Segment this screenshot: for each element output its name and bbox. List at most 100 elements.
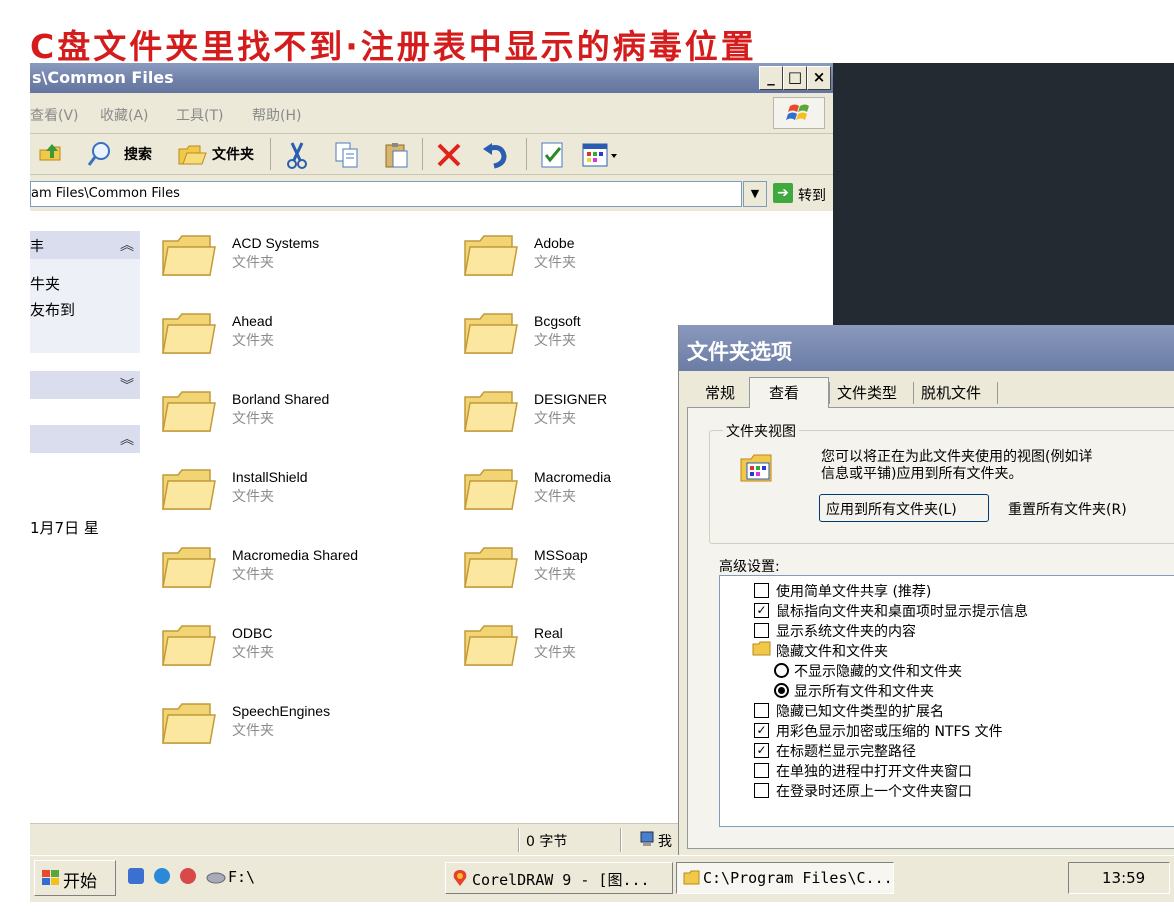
folder-icon xyxy=(752,641,772,661)
folder-type: 文件夹 xyxy=(534,255,576,271)
folder-item[interactable]: InstallShield 文件夹 xyxy=(160,465,420,525)
drive-label[interactable]: F:\ xyxy=(228,868,255,886)
folder-name: Borland Shared xyxy=(232,391,330,407)
collapse-chevron-icon[interactable]: ︽ xyxy=(120,429,134,449)
folders-label[interactable]: 文件夹 xyxy=(212,144,254,164)
checkbox[interactable] xyxy=(754,583,769,598)
advanced-setting-row[interactable]: ✓ 用彩色显示加密或压缩的 NTFS 文件 xyxy=(754,720,1174,740)
copy-icon[interactable] xyxy=(332,140,362,170)
setting-label: 在单独的进程中打开文件夹窗口 xyxy=(776,764,972,780)
search-icon[interactable] xyxy=(86,140,118,168)
folder-item[interactable]: Borland Shared 文件夹 xyxy=(160,387,420,447)
start-button[interactable]: 开始 xyxy=(34,860,116,896)
advanced-setting-row[interactable]: 隐藏文件和文件夹 xyxy=(752,640,1174,661)
advanced-setting-row[interactable]: 在单独的进程中打开文件夹窗口 xyxy=(754,760,1174,780)
checkbox[interactable] xyxy=(754,623,769,638)
quicklaunch-ie-icon[interactable] xyxy=(154,868,170,884)
menu-tools[interactable]: 工具(T) xyxy=(176,105,223,125)
setting-label: 不显示隐藏的文件和文件夹 xyxy=(794,664,962,680)
status-size: 0 字节 xyxy=(526,834,568,850)
apply-to-all-folders-button[interactable]: 应用到所有文件夹(L) xyxy=(819,494,989,522)
folder-type: 文件夹 xyxy=(232,411,274,427)
task-panel-header-3[interactable]: ︽ xyxy=(30,425,140,453)
checkbox[interactable] xyxy=(754,763,769,778)
setting-label: 在登录时还原上一个文件夹窗口 xyxy=(776,784,972,800)
tab-general[interactable]: 常规 xyxy=(705,382,735,408)
advanced-setting-row[interactable]: ✓ 在标题栏显示完整路径 xyxy=(754,740,1174,760)
advanced-setting-row[interactable]: 显示所有文件和文件夹 xyxy=(754,680,1174,700)
menu-view[interactable]: 查看(V) xyxy=(30,105,79,125)
folder-type: 文件夹 xyxy=(534,411,576,427)
advanced-setting-row[interactable]: 在登录时还原上一个文件夹窗口 xyxy=(754,780,1174,800)
taskbar-explorer[interactable]: C:\Program Files\C... xyxy=(676,862,894,894)
start-label: 开始 xyxy=(63,872,97,892)
checkbox[interactable]: ✓ xyxy=(754,743,769,758)
details-panel: 1月7日 星 xyxy=(30,453,140,623)
folder-options-dialog: 文件夹选项 常规 查看 文件类型 脱机文件 文件夹视图 您可以将正在为此文件夹使… xyxy=(678,325,1174,855)
advanced-setting-row[interactable]: ✓ 鼠标指向文件夹和桌面项时显示提示信息 xyxy=(754,600,1174,620)
reset-all-folders-button[interactable]: 重置所有文件夹(R) xyxy=(1001,494,1174,522)
radio-button[interactable] xyxy=(774,663,789,678)
close-button[interactable]: × xyxy=(807,66,831,90)
task-panel-header-1[interactable]: 丰 ︽ xyxy=(30,231,140,259)
advanced-setting-row[interactable]: 使用简单文件共享 (推荐) xyxy=(754,580,1174,600)
folder-item[interactable]: Adobe 文件夹 xyxy=(462,231,722,291)
expand-chevron-icon[interactable]: ︾ xyxy=(120,375,134,395)
task-link-1[interactable]: 牛夹 xyxy=(30,273,60,294)
checkbox[interactable]: ✓ xyxy=(754,603,769,618)
setting-label: 鼠标指向文件夹和桌面项时显示提示信息 xyxy=(776,604,1028,620)
checkbox[interactable] xyxy=(754,703,769,718)
maximize-button[interactable]: □ xyxy=(783,66,807,90)
folder-item[interactable]: ODBC 文件夹 xyxy=(160,621,420,681)
folder-type: 文件夹 xyxy=(534,645,576,661)
search-label[interactable]: 搜索 xyxy=(124,144,152,164)
checkbox[interactable]: ✓ xyxy=(754,723,769,738)
address-dropdown-button[interactable]: ▼ xyxy=(743,181,767,207)
folder-name: Adobe xyxy=(534,235,575,251)
advanced-setting-row[interactable]: 不显示隐藏的文件和文件夹 xyxy=(754,660,1174,680)
minimize-button[interactable]: _ xyxy=(759,66,783,90)
up-folder-icon[interactable] xyxy=(36,140,64,168)
cut-icon[interactable] xyxy=(282,140,312,170)
quicklaunch-computer-icon[interactable] xyxy=(128,868,144,884)
tab-file-types[interactable]: 文件类型 xyxy=(837,382,897,408)
folder-item[interactable]: Macromedia Shared 文件夹 xyxy=(160,543,420,603)
corel-icon xyxy=(452,869,468,887)
radio-button[interactable] xyxy=(774,683,789,698)
tab-offline-files[interactable]: 脱机文件 xyxy=(921,382,981,408)
tab-view[interactable]: 查看 xyxy=(769,382,799,408)
views-icon[interactable] xyxy=(580,140,620,170)
go-button[interactable]: 转到 xyxy=(798,185,826,205)
advanced-setting-row[interactable]: 显示系统文件夹的内容 xyxy=(754,620,1174,640)
collapse-chevron-icon[interactable]: ︽ xyxy=(120,235,134,255)
taskbar-corel[interactable]: CorelDRAW 9 - [图... xyxy=(445,862,673,894)
undo-icon[interactable] xyxy=(480,140,510,170)
folder-item[interactable]: Ahead 文件夹 xyxy=(160,309,420,369)
folder-item[interactable]: ACD Systems 文件夹 xyxy=(160,231,420,291)
folder-name: ACD Systems xyxy=(232,235,320,251)
advanced-setting-row[interactable]: 隐藏已知文件类型的扩展名 xyxy=(754,700,1174,720)
folder-type: 文件夹 xyxy=(232,333,274,349)
menu-help[interactable]: 帮助(H) xyxy=(252,105,301,125)
address-input[interactable]: am Files\Common Files xyxy=(30,181,742,207)
folder-type: 文件夹 xyxy=(534,489,576,505)
task-panel-header-2[interactable]: ︾ xyxy=(30,371,140,399)
advanced-settings-list[interactable]: 使用简单文件共享 (推荐) ✓ 鼠标指向文件夹和桌面项时显示提示信息 显示系统文件夹的… xyxy=(719,575,1174,827)
clock[interactable]: 13:59 xyxy=(1068,862,1170,894)
paste-icon[interactable] xyxy=(382,140,412,170)
dialog-titlebar[interactable]: 文件夹选项 xyxy=(679,325,1174,371)
quicklaunch-media-icon[interactable] xyxy=(180,868,196,884)
task-link-2[interactable]: 友布到 xyxy=(30,299,75,320)
folder-name: DESIGNER xyxy=(534,391,608,407)
folder-type: 文件夹 xyxy=(534,567,576,583)
properties-icon[interactable] xyxy=(538,140,568,170)
explorer-titlebar[interactable]: s\Common Files _ □ × xyxy=(30,63,833,93)
menu-favorites[interactable]: 收藏(A) xyxy=(100,105,149,125)
checkbox[interactable] xyxy=(754,783,769,798)
folders-icon[interactable] xyxy=(176,140,208,168)
go-arrow-icon[interactable]: ➔ xyxy=(773,183,793,203)
folder-type: 文件夹 xyxy=(232,489,274,505)
setting-label: 隐藏文件和文件夹 xyxy=(776,644,888,660)
delete-icon[interactable] xyxy=(434,140,464,170)
folder-item[interactable]: SpeechEngines 文件夹 xyxy=(160,699,420,759)
